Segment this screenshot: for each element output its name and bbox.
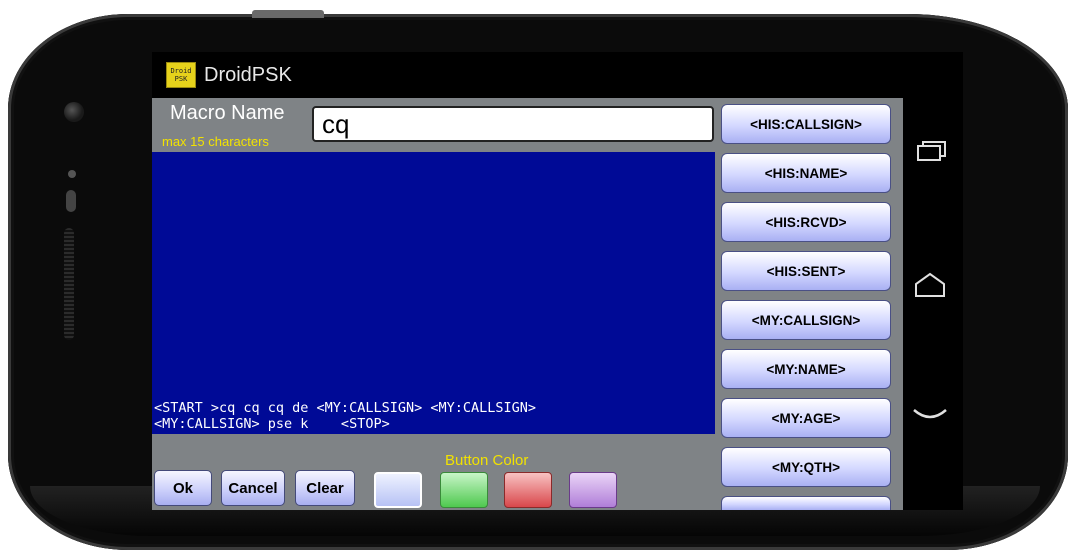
color-swatch-blue[interactable] [374,472,422,508]
my-age-button[interactable]: <MY:AGE> [721,398,891,438]
title-bar: Droid PSK DroidPSK [152,52,903,98]
my-qth-button[interactable]: <MY:QTH> [721,447,891,487]
power-button [252,10,324,18]
his-name-button[interactable]: <HIS:NAME> [721,153,891,193]
macro-button-partial[interactable] [721,496,891,510]
his-rcvd-button[interactable]: <HIS:RCVD> [721,202,891,242]
screen: Droid PSK DroidPSK Macro Name max 15 char… [152,52,903,510]
back-icon[interactable] [910,398,950,428]
ok-button[interactable]: Ok [154,470,212,506]
his-callsign-button[interactable]: <HIS:CALLSIGN> [721,104,891,144]
button-color-label: Button Color [445,452,529,469]
proximity-sensor [68,170,76,178]
his-sent-button[interactable]: <HIS:SENT> [721,251,891,291]
app-title: DroidPSK [204,64,292,86]
macro-name-label: Macro Name [170,102,285,124]
macro-buttons-column: <HIS:CALLSIGN> <HIS:NAME> <HIS:RCVD> <HI… [715,98,903,510]
app-icon: Droid PSK [166,62,196,88]
macro-text-editor[interactable]: <START >cq cq cq de <MY:CALLSIGN> <MY:CA… [152,152,715,434]
my-name-button[interactable]: <MY:NAME> [721,349,891,389]
clear-button[interactable]: Clear [295,470,355,506]
color-swatch-green[interactable] [440,472,488,508]
cancel-button[interactable]: Cancel [221,470,285,506]
earpiece-speaker [64,228,74,340]
home-icon[interactable] [910,270,950,300]
color-swatch-red[interactable] [504,472,552,508]
max-chars-hint: max 15 characters [162,134,269,149]
recent-apps-icon[interactable] [910,140,950,170]
front-camera [64,102,84,122]
light-sensor [66,190,76,212]
macro-name-input[interactable]: cq [312,106,714,142]
my-callsign-button[interactable]: <MY:CALLSIGN> [721,300,891,340]
color-swatch-purple[interactable] [569,472,617,508]
macro-text-content: <START >cq cq cq de <MY:CALLSIGN> <MY:CA… [154,400,537,432]
